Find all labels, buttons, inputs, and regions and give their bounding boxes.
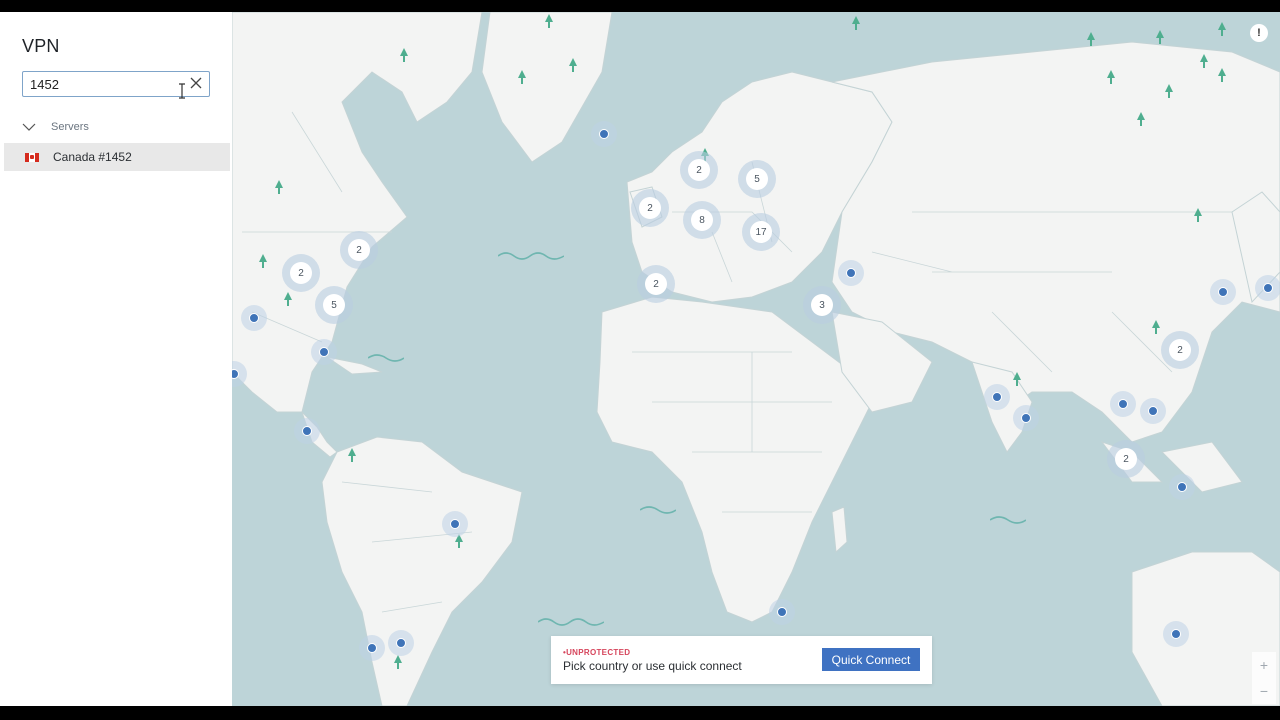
- search-input[interactable]: [30, 75, 170, 93]
- zoom-controls: + −: [1252, 652, 1276, 704]
- status-badge: UNPROTECTED: [563, 648, 630, 657]
- info-button[interactable]: !: [1250, 24, 1268, 42]
- tree-icon: [1013, 372, 1021, 386]
- sidebar: VPN Servers Canada #1452: [0, 12, 232, 706]
- section-label: Servers: [51, 121, 89, 133]
- quick-connect-button[interactable]: Quick Connect: [822, 648, 920, 671]
- tree-icon: [1165, 84, 1173, 98]
- tree-icon: [1200, 54, 1208, 68]
- tree-icon: [259, 254, 267, 268]
- connection-status-card: UNPROTECTED Pick country or use quick co…: [551, 636, 932, 684]
- tree-icon: [1107, 70, 1115, 84]
- wave-icon: [990, 516, 1026, 524]
- wave-icon: [498, 252, 564, 260]
- tree-icon: [852, 16, 860, 30]
- server-label: Canada #1452: [53, 150, 132, 164]
- tree-icon: [394, 655, 402, 669]
- close-icon[interactable]: [189, 76, 203, 90]
- chevron-down-icon: [22, 123, 36, 131]
- canada-flag-icon: [25, 152, 39, 162]
- tree-icon: [545, 14, 553, 28]
- tree-icon: [1087, 32, 1095, 46]
- tree-icon: [569, 58, 577, 72]
- app-title: VPN: [22, 36, 60, 56]
- wave-icon: [640, 506, 676, 514]
- tree-icon: [275, 180, 283, 194]
- tree-icon: [1137, 112, 1145, 126]
- tree-icon: [1156, 30, 1164, 44]
- tree-icon: [1218, 22, 1226, 36]
- app-window: VPN Servers Canada #1452: [0, 12, 1280, 706]
- wave-icon: [538, 618, 604, 626]
- tree-icon: [348, 448, 356, 462]
- tree-icon: [284, 292, 292, 306]
- world-map[interactable]: 2 5 2 8 17 2 2 2 5 2 3 2 ! + − UNPROTECT…: [232, 12, 1280, 706]
- zoom-in-button[interactable]: +: [1252, 652, 1276, 678]
- zoom-out-button[interactable]: −: [1252, 678, 1276, 704]
- tree-icon: [1194, 208, 1202, 222]
- servers-section-header[interactable]: Servers: [22, 117, 89, 137]
- tree-icon: [400, 48, 408, 62]
- tree-icon: [518, 70, 526, 84]
- tree-icon: [1152, 320, 1160, 334]
- wave-icon: [368, 354, 404, 362]
- text-cursor-icon: [179, 83, 185, 99]
- status-message: Pick country or use quick connect: [563, 659, 742, 673]
- server-item-canada-1452[interactable]: Canada #1452: [4, 143, 230, 171]
- tree-icon: [1218, 68, 1226, 82]
